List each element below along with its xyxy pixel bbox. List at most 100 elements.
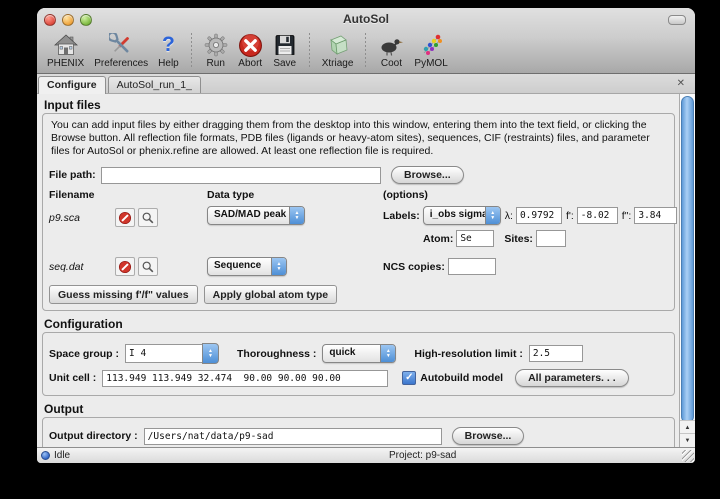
toolbar-button-pymol[interactable]: PyMOL [409,31,452,70]
save-icon [273,32,297,58]
toolbar-toggle-button[interactable] [668,15,686,25]
magnifier-icon [141,260,155,274]
labels-line: Labels: i_obs sigma ▲▼ λ: f': f": [383,206,668,225]
toolbar-label: Preferences [94,58,148,69]
unit-cell-input[interactable] [102,370,388,387]
labels-dropdown[interactable]: i_obs sigma ▲▼ [423,206,501,225]
atom-label: Atom: [423,233,453,245]
input-files-section: You can add input files by either draggi… [42,113,675,311]
status-text: Idle [54,450,70,461]
tab-configure[interactable]: Configure [38,76,106,94]
output-browse-button[interactable]: Browse... [452,427,525,445]
labels-label: Labels: [383,210,420,222]
lambda-label: λ: [505,210,513,222]
high-resolution-input[interactable] [529,345,583,362]
tab-bar: Configure AutoSol_run_1_ ✕ [37,74,695,94]
toolbar-button-abort[interactable]: Abort [233,31,268,70]
toolbar-button-xtriage[interactable]: Xtriage [317,31,359,70]
file-table-header: Filename Data type (options) [49,189,668,201]
toolbar-label: Help [158,58,179,69]
fdoubleprime-input[interactable] [634,207,677,224]
dropdown-value: quick [323,345,380,362]
file-path-input[interactable] [101,167,381,184]
xtriage-crystal-icon [326,32,350,58]
scroll-up-arrow[interactable]: ▲ [680,420,695,434]
scroll-down-arrow[interactable]: ▼ [680,433,695,447]
remove-icon [118,211,132,225]
toolbar-separator [309,33,310,69]
remove-icon [118,260,132,274]
guess-missing-button[interactable]: Guess missing f'/f" values [49,285,198,304]
toolbar-button-phenix[interactable]: PHENIX [42,31,89,70]
toolbar-button-save[interactable]: Save [268,31,302,70]
abort-icon [238,32,263,58]
file-path-browse-button[interactable]: Browse... [391,166,464,184]
autosol-window: AutoSol PHENIX Preferences ? Help [37,8,695,463]
titlebar[interactable]: AutoSol [37,8,695,30]
sites-input[interactable] [536,230,566,247]
high-resolution-label: High-resolution limit : [414,348,523,360]
apply-global-atom-button[interactable]: Apply global atom type [204,285,338,304]
pymol-icon [418,32,444,58]
toolbar-separator [191,33,192,69]
data-type-dropdown[interactable]: SAD/MAD peak ▲▼ [207,206,305,225]
vertical-scrollbar[interactable]: ▲ ▼ [679,94,695,447]
configure-panel: Input files You can add input files by e… [37,94,695,447]
toolbar-label: Xtriage [322,58,354,69]
magnifier-icon [141,211,155,225]
thoroughness-dropdown[interactable]: quick ▲▼ [322,344,396,363]
toolbar-button-help[interactable]: ? Help [153,31,184,70]
options-cell: Labels: i_obs sigma ▲▼ λ: f': f": [383,206,668,252]
phenix-home-icon [54,32,78,58]
ncs-copies-label: NCS copies: [383,261,445,273]
toolbar-button-coot[interactable]: Coot [373,31,409,70]
dropdown-stepper-icon: ▲▼ [380,345,395,362]
fprime-input[interactable] [577,207,618,224]
toolbar-button-preferences[interactable]: Preferences [89,31,153,70]
toolbar-label: PyMOL [414,58,447,69]
project-label: Project: p9-sad [389,450,456,461]
configure-main: Input files You can add input files by e… [37,94,680,447]
output-section: Output directory : Browse... All output … [42,417,675,447]
status-bar: Idle Project: p9-sad [37,447,695,463]
ncs-copies-input[interactable] [448,258,496,275]
remove-file-button[interactable] [115,208,135,227]
atom-input[interactable] [456,230,494,247]
autobuild-checkbox[interactable]: ✓ [402,371,416,385]
window-chrome: AutoSol PHENIX Preferences ? Help [37,8,695,74]
resize-grip[interactable] [682,450,694,462]
file-row-seq-dat: seq.dat Sequence ▲▼ [49,257,668,276]
coot-bird-icon [378,32,404,58]
tab-autosol-run-1[interactable]: AutoSol_run_1_ [108,76,201,93]
toolbar-button-run[interactable]: Run [199,31,233,70]
all-parameters-button[interactable]: All parameters. . . [515,369,629,387]
toolbar-label: Abort [238,58,262,69]
dropdown-stepper-icon: ▲▼ [485,207,500,224]
help-icon: ? [162,32,175,58]
lambda-input[interactable] [516,207,562,224]
run-gear-icon [204,32,228,58]
space-group-stepper[interactable]: ▲▼ [202,343,219,364]
input-files-buttons: Guess missing f'/f" values Apply global … [49,285,668,304]
output-directory-input[interactable] [144,428,442,445]
toolbar-label: Save [273,58,296,69]
file-cell: p9.sca [49,206,207,227]
dropdown-value: SAD/MAD peak [208,207,289,224]
data-type-dropdown[interactable]: Sequence ▲▼ [207,257,287,276]
scrollbar-thumb[interactable] [681,96,694,423]
close-tab-icon[interactable]: ✕ [677,79,685,89]
inspect-file-button[interactable] [138,208,158,227]
atom-line: Atom: Sites: [423,230,668,247]
space-group-label: Space group : [49,348,119,360]
unit-cell-row: Unit cell : ✓ Autobuild model All parame… [49,369,668,387]
dropdown-value: i_obs sigma [424,207,485,224]
inspect-file-button[interactable] [138,257,158,276]
dropdown-stepper-icon: ▲▼ [289,207,304,224]
filename-label: p9.sca [49,212,115,224]
dropdown-stepper-icon: ▲▼ [271,258,286,275]
remove-file-button[interactable] [115,257,135,276]
space-group-input[interactable] [125,344,203,363]
fdoubleprime-label: f": [622,210,632,222]
toolbar-label: PHENIX [47,58,84,69]
filename-label: seq.dat [49,261,115,273]
